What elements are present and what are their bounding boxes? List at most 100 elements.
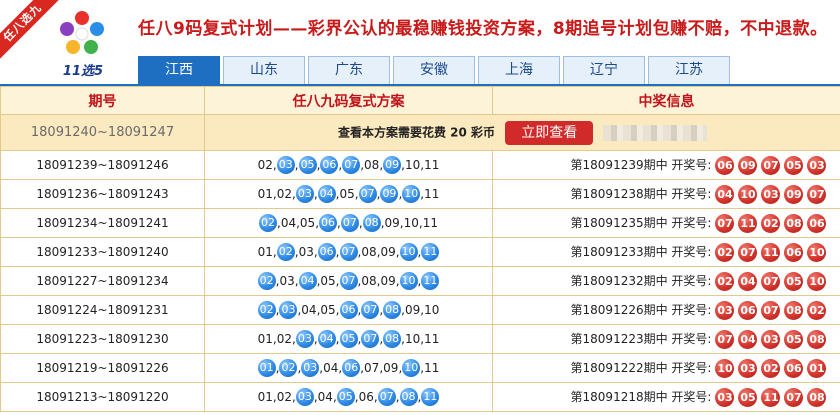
hit-number-ball: 02: [279, 359, 298, 377]
tab-region[interactable]: 安徽: [393, 56, 475, 84]
draw-number-ball: 10: [807, 271, 827, 291]
hit-number-ball: 05: [336, 388, 355, 406]
draw-number-ball: 07: [761, 155, 781, 175]
draw-number-ball: 08: [807, 329, 827, 349]
row-codes: 02, 03,04,05, 06, 07, 08,09,10: [204, 295, 493, 325]
draw-number-ball: 07: [784, 387, 804, 407]
table-row: 18091227~18091234 02,03, 04,05, 07,08,09, 10…: [0, 266, 840, 296]
hit-number-ball: 11: [421, 388, 440, 406]
row-codes: 01,02, 03,04, 05,06, 07, 08, 11: [204, 382, 493, 412]
hit-number-ball: 08: [383, 301, 402, 319]
draw-number-ball: 02: [761, 358, 781, 378]
hit-number-ball: 05: [298, 156, 317, 174]
hit-number-ball: 08: [362, 214, 381, 232]
row-period: 18091223~18091230: [0, 324, 205, 354]
separator: ,: [395, 390, 400, 404]
row-period: 18091233~18091240: [0, 237, 205, 267]
corner-ribbon: 任八选九: [0, 0, 60, 60]
plan-number: 10: [424, 303, 440, 317]
result-prefix: 第18091235期中 开奖号:: [570, 215, 712, 230]
row-period: 18091239~18091246: [0, 150, 205, 180]
plan-number: 03: [298, 245, 314, 259]
draw-number-ball: 05: [784, 155, 804, 175]
table-row: 18091224~18091231 02, 03,04,05, 06, 07, 08,09…: [0, 295, 840, 325]
tab-region[interactable]: 广东: [308, 56, 390, 84]
hit-number-ball: 07: [342, 156, 361, 174]
table-row: 18091239~18091246 02, 03, 05, 06, 07,08, 09,10…: [0, 150, 840, 180]
promo-prefix: 查看本方案需要花费: [337, 125, 446, 139]
plan-number: 01: [257, 332, 273, 346]
result-prefix: 第18091222期中 开奖号:: [570, 360, 712, 375]
promo-suffix: 彩币: [471, 125, 496, 139]
draw-number-ball: 07: [761, 271, 781, 291]
plan-number: 06: [358, 390, 374, 404]
draw-number-ball: 08: [784, 300, 804, 320]
tab-region[interactable]: 辽宁: [563, 56, 645, 84]
hit-number-ball: 03: [295, 388, 314, 406]
draw-number-ball: 02: [807, 300, 827, 320]
draw-number-ball: 06: [784, 358, 804, 378]
plan-number: 09: [380, 274, 396, 288]
logo-caption: 11选5: [62, 64, 104, 79]
tab-region[interactable]: 江西: [138, 56, 220, 84]
draw-number-ball: 07: [761, 300, 781, 320]
tab-region[interactable]: 江苏: [648, 56, 730, 84]
draw-number-ball: 10: [715, 358, 735, 378]
row-codes: 02, 03, 05, 06, 07,08, 09,10,11: [204, 150, 493, 180]
tab-region[interactable]: 山东: [223, 56, 305, 84]
hit-number-ball: 03: [276, 156, 295, 174]
hit-number-ball: 06: [319, 214, 338, 232]
row-codes: 01, 02,03, 06, 07,08,09, 10, 11: [204, 237, 493, 267]
row-period: 18091234~18091241: [0, 208, 205, 238]
row-result: 第18091235期中 开奖号: 07 11 02 08 06: [492, 208, 840, 238]
plan-number: 02: [276, 390, 293, 404]
page-headline: 任八9码复式计划——彩界公认的最稳赚钱投资方案，8期追号计划包赚不赔，不中退款。: [138, 19, 828, 39]
site-header: 任八选九 11选5 任八9码复式计划——彩界公认的最稳赚钱投资方案，8期追号计划…: [0, 0, 840, 84]
plan-number: 09: [384, 216, 400, 230]
plan-number: 01: [257, 390, 273, 404]
plan-number: 02: [276, 187, 293, 201]
hit-number-ball: 01: [257, 359, 276, 377]
separator: ,: [335, 274, 340, 288]
hit-number-ball: 02: [258, 214, 277, 232]
promo-row: 18091240~18091247 查看本方案需要花费 20 彩币 立即查看: [0, 114, 840, 151]
plan-number: 09: [380, 245, 396, 259]
hit-number-ball: 04: [298, 272, 317, 290]
draw-number-ball: 07: [738, 242, 758, 262]
hit-number-ball: 02: [276, 243, 295, 261]
tab-region[interactable]: 上海: [478, 56, 560, 84]
draw-number-ball: 02: [761, 213, 781, 233]
hit-number-ball: 06: [317, 243, 336, 261]
draw-number-ball: 09: [784, 184, 804, 204]
row-codes: 02,04,05, 06, 07, 08,09,10,11: [204, 208, 493, 238]
hit-number-ball: 05: [339, 330, 358, 348]
draw-number-ball: 11: [738, 213, 758, 233]
promo-period: 18091240~18091247: [0, 114, 205, 151]
view-now-button[interactable]: 立即查看: [505, 120, 594, 145]
plan-number: 01: [257, 187, 273, 201]
result-prefix: 第18091218期中 开奖号:: [570, 389, 712, 404]
plan-number: 04: [317, 390, 333, 404]
draw-number-ball: 06: [807, 213, 827, 233]
plan-number: 07: [364, 361, 380, 375]
draw-number-ball: 04: [738, 329, 758, 349]
hit-number-ball: 07: [361, 301, 380, 319]
hit-number-ball: 07: [377, 388, 396, 406]
draw-number-ball: 04: [738, 271, 758, 291]
result-prefix: 第18091226期中 开奖号:: [570, 302, 712, 317]
plan-number: 05: [299, 216, 316, 230]
col-header-plan: 任八九码复式方案: [204, 86, 493, 115]
separator: ,: [294, 158, 299, 172]
draw-number-ball: 03: [761, 329, 781, 349]
hit-number-ball: 03: [301, 359, 320, 377]
hit-number-ball: 03: [295, 330, 314, 348]
col-header-result: 中奖信息: [492, 86, 840, 115]
draw-number-ball: 03: [715, 300, 735, 320]
hit-number-ball: 04: [317, 185, 336, 203]
hit-number-ball: 02: [257, 301, 276, 319]
table-row: 18091219~18091226 01, 02, 03,04, 06,07,09, 10…: [0, 353, 840, 383]
row-period: 18091227~18091234: [0, 266, 205, 296]
draw-number-ball: 03: [738, 358, 758, 378]
draw-number-ball: 06: [715, 155, 735, 175]
plan-number: 10: [403, 216, 419, 230]
